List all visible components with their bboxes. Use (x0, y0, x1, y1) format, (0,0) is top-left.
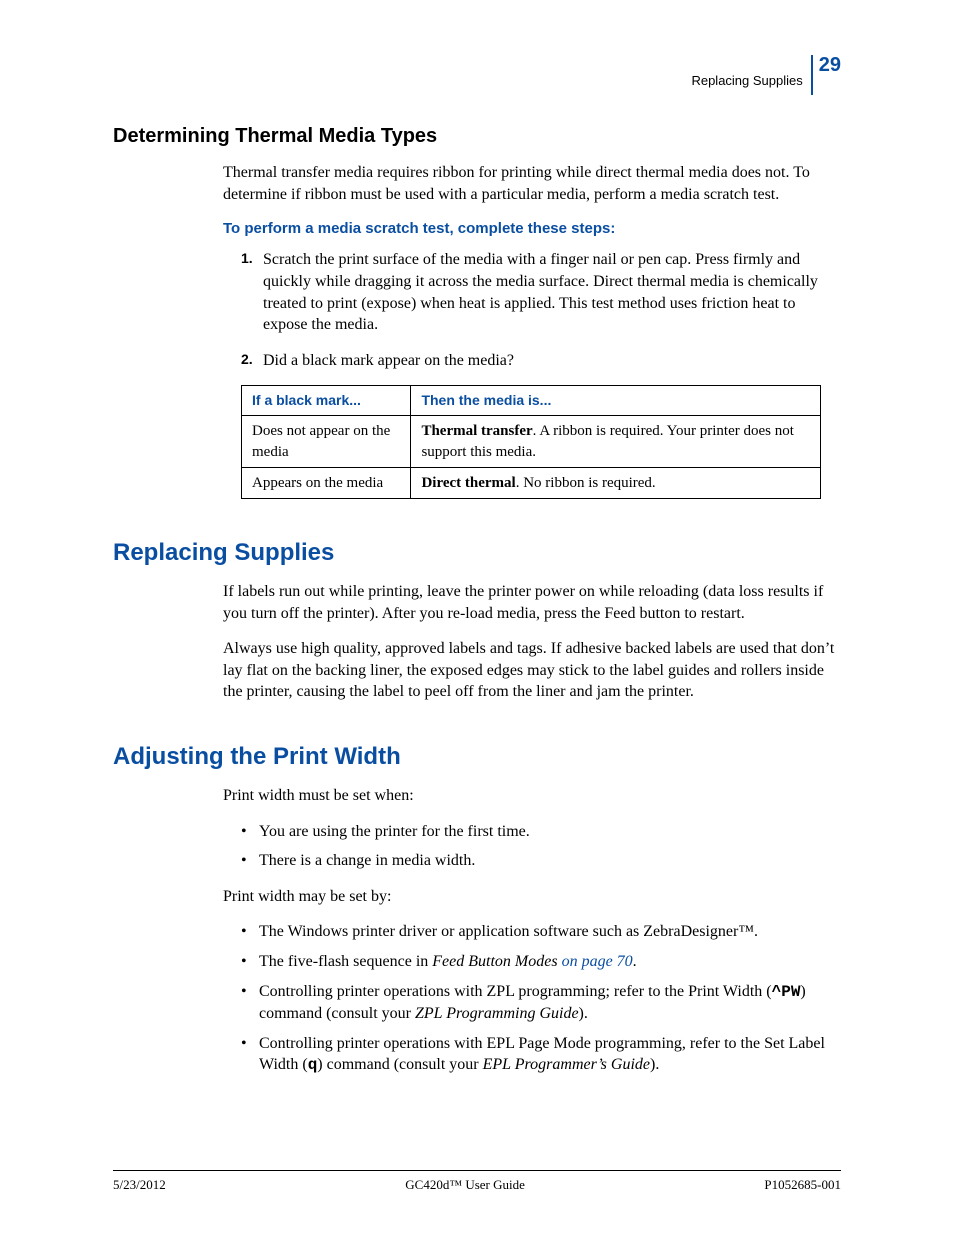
list-item: You are using the printer for the first … (241, 821, 841, 843)
footer-doc-title: GC420d™ User Guide (405, 1177, 525, 1193)
page-header: Replacing Supplies 29 (113, 55, 841, 95)
paragraph: Thermal transfer media requires ribbon f… (223, 162, 841, 205)
table-header: Then the media is... (411, 386, 821, 416)
paragraph: Print width may be set by: (223, 886, 841, 908)
subheading-scratch-test: To perform a media scratch test, complet… (223, 219, 841, 239)
paragraph: Print width must be set when: (223, 785, 841, 807)
table-cell: Appears on the media (242, 467, 411, 498)
table-row: Does not appear on the media Thermal tra… (242, 416, 821, 468)
step-text: Did a black mark appear on the media? (263, 352, 514, 369)
paragraph: If labels run out while printing, leave … (223, 581, 841, 624)
step-number: 1. (241, 249, 253, 268)
step-text: Scratch the print surface of the media w… (263, 251, 818, 333)
header-divider (811, 55, 813, 95)
paragraph: Always use high quality, approved labels… (223, 638, 841, 703)
header-section-label: Replacing Supplies (691, 55, 810, 88)
heading-replacing-supplies: Replacing Supplies (113, 539, 841, 567)
step-2: 2. Did a black mark appear on the media? (241, 350, 841, 372)
step-1: 1. Scratch the print surface of the medi… (241, 249, 841, 335)
heading-adjusting-print-width: Adjusting the Print Width (113, 743, 841, 771)
table-row: Appears on the media Direct thermal. No … (242, 467, 821, 498)
list-item: There is a change in media width. (241, 850, 841, 872)
step-number: 2. (241, 350, 253, 369)
table-header: If a black mark... (242, 386, 411, 416)
list-item: Controlling printer operations with ZPL … (241, 981, 841, 1025)
cross-reference-link[interactable]: on page 70 (558, 953, 633, 970)
table-cell: Direct thermal. No ribbon is required. (411, 467, 821, 498)
list-item: The five-flash sequence in Feed Button M… (241, 951, 841, 973)
list-item: The Windows printer driver or applicatio… (241, 921, 841, 943)
page-number: 29 (819, 55, 841, 75)
table-cell: Does not appear on the media (242, 416, 411, 468)
footer-doc-id: P1052685-001 (764, 1177, 841, 1193)
table-cell: Thermal transfer. A ribbon is required. … (411, 416, 821, 468)
list-item: Controlling printer operations with EPL … (241, 1033, 841, 1077)
media-table: If a black mark... Then the media is... … (241, 385, 821, 499)
page-footer: 5/23/2012 GC420d™ User Guide P1052685-00… (113, 1170, 841, 1193)
heading-determining-thermal-media-types: Determining Thermal Media Types (113, 125, 841, 148)
footer-date: 5/23/2012 (113, 1177, 166, 1193)
